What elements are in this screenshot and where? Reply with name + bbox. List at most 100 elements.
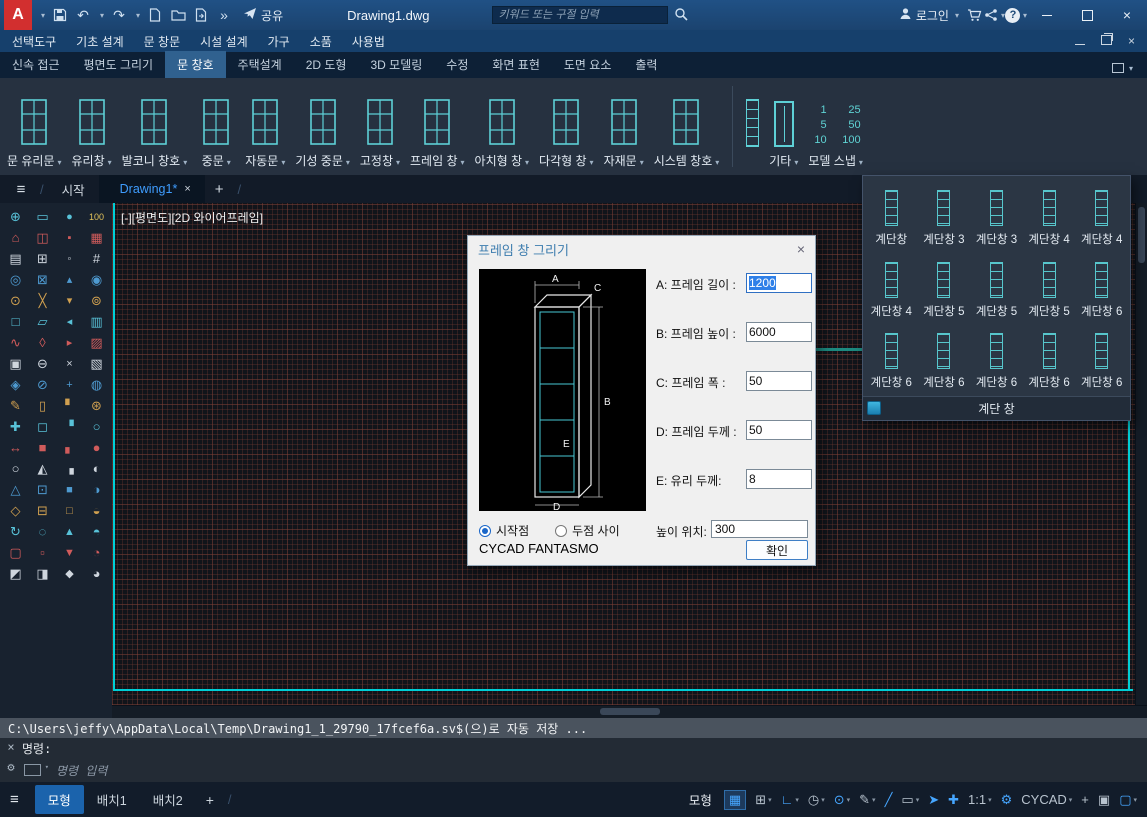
panel-launcher-icon[interactable] bbox=[867, 401, 881, 415]
chevron-down-icon[interactable]: ▾ bbox=[1133, 796, 1137, 804]
ribbon-tool-button[interactable]: 시스템 창호▾ bbox=[649, 78, 725, 175]
toolbar-button[interactable]: ∿ bbox=[5, 333, 27, 353]
autosnap-marker-icon[interactable]: ✚▾ bbox=[948, 792, 959, 808]
command-input[interactable]: 명령 입력 bbox=[22, 758, 1147, 782]
grid-display-icon[interactable]: ▦▾ bbox=[724, 790, 746, 810]
new-file-icon[interactable] bbox=[147, 2, 163, 28]
close-command-panel-icon[interactable]: × bbox=[7, 740, 14, 754]
horizontal-scrollbar[interactable] bbox=[112, 705, 1147, 718]
toolbar-button[interactable]: ⌂ bbox=[5, 228, 27, 248]
toolbar-button[interactable]: ⊘ bbox=[32, 375, 54, 395]
cart-icon[interactable] bbox=[967, 2, 983, 28]
field-input[interactable]: 50 bbox=[746, 371, 812, 391]
share-button[interactable]: 공유 bbox=[243, 7, 283, 24]
toolbar-button[interactable]: ▫ bbox=[32, 543, 54, 563]
search-input[interactable] bbox=[492, 6, 668, 24]
toolbar-button[interactable]: ◔ bbox=[86, 543, 108, 563]
search-icon[interactable] bbox=[674, 7, 688, 24]
toolbar-button[interactable]: ▼ bbox=[59, 543, 81, 563]
toolbar-button[interactable]: ⊛ bbox=[86, 396, 108, 416]
stair-window-option[interactable]: 계단창 6 bbox=[970, 323, 1023, 392]
menu-item[interactable]: 문 창문 bbox=[144, 33, 180, 50]
settings-gear-icon[interactable]: ⚙▾ bbox=[1001, 792, 1013, 808]
toolbar-button[interactable]: ○ bbox=[5, 459, 27, 479]
ok-button[interactable]: 확인 bbox=[746, 540, 808, 560]
menu-item[interactable]: 시설 설계 bbox=[200, 33, 248, 50]
ribbon-tool-button[interactable]: 프레임 창▾ bbox=[405, 78, 470, 175]
polar-tracking-icon[interactable]: ◷▾ bbox=[808, 792, 825, 808]
toolbar-button[interactable]: ▱ bbox=[32, 312, 54, 332]
viewport-label[interactable]: [-][평면도][2D 와이어프레임] bbox=[121, 209, 263, 226]
statusbar-hamburger-icon[interactable]: ≡ bbox=[10, 791, 19, 808]
toolbar-button[interactable]: ◌ bbox=[32, 522, 54, 542]
stair-window-option[interactable]: 계단창 6 bbox=[1023, 323, 1076, 392]
ribbon-tool-button[interactable]: 중문▾ bbox=[192, 78, 240, 175]
toolbar-button[interactable]: ▢ bbox=[5, 543, 27, 563]
toolbar-button[interactable]: ⊞ bbox=[32, 249, 54, 269]
snap-mode-icon[interactable]: ⊞▾ bbox=[755, 792, 771, 808]
chevron-down-icon[interactable]: ▾ bbox=[821, 796, 825, 804]
ribbon-tab[interactable]: 출력 bbox=[623, 51, 669, 78]
annotation-monitor-icon[interactable]: ➤▾ bbox=[928, 792, 939, 808]
toolbar-button[interactable]: ⊙ bbox=[5, 291, 27, 311]
height-position-input[interactable]: 300 bbox=[711, 520, 808, 538]
undo-history-chevron-icon[interactable]: ▾ bbox=[100, 11, 104, 20]
dialog-titlebar[interactable]: 프레임 창 그리기 × bbox=[468, 236, 815, 262]
ribbon-tool-button[interactable]: 발코니 창호▾ bbox=[117, 78, 193, 175]
stair-window-option[interactable]: 계단창 4 bbox=[1023, 180, 1076, 249]
layout-tab[interactable]: 모형 bbox=[35, 785, 84, 814]
menu-item[interactable]: 가구 bbox=[268, 33, 290, 50]
toolbar-button[interactable]: ▴ bbox=[59, 270, 81, 290]
toolbar-button[interactable]: × bbox=[59, 354, 81, 374]
document-tab[interactable]: Drawing1* × bbox=[99, 175, 205, 203]
toolbar-button[interactable]: ▭ bbox=[32, 207, 54, 227]
toolbar-button[interactable]: ◍ bbox=[86, 375, 108, 395]
workspace-switcher[interactable]: CYCAD▾ bbox=[1021, 792, 1072, 807]
undo-icon[interactable]: ↶ bbox=[75, 2, 91, 28]
ribbon-tab[interactable]: 평면도 그리기 bbox=[72, 51, 166, 78]
ribbon-tool-button[interactable]: 아치형 창▾ bbox=[470, 78, 535, 175]
close-button[interactable]: × bbox=[1107, 0, 1147, 30]
toolbar-button[interactable]: ◊ bbox=[32, 333, 54, 353]
ribbon-tab[interactable]: 주택설계 bbox=[226, 51, 294, 78]
toolbar-button[interactable]: ▣ bbox=[5, 354, 27, 374]
document-tab[interactable]: 시작 × bbox=[48, 175, 99, 203]
menu-item[interactable]: 기초 설계 bbox=[76, 33, 124, 50]
ribbon-tool-button[interactable]: 유리창▾ bbox=[67, 78, 117, 175]
ribbon-tab[interactable]: 3D 모델링 bbox=[358, 51, 434, 78]
toolbar-button[interactable]: ◭ bbox=[32, 459, 54, 479]
toolbar-button[interactable]: ◦ bbox=[59, 249, 81, 269]
model-space-label[interactable]: 모형 bbox=[689, 790, 712, 809]
toolbar-button[interactable]: ✎ bbox=[5, 396, 27, 416]
toolbar-button[interactable]: 100 bbox=[86, 207, 108, 227]
annotation-icon[interactable]: ✎▾ bbox=[859, 792, 875, 808]
login-button[interactable]: 로그인 ▾ bbox=[899, 7, 959, 24]
stair-window-option[interactable]: 계단창 4 bbox=[1075, 180, 1128, 249]
recent-commands-icon[interactable] bbox=[24, 764, 41, 776]
stair-window-option[interactable]: 계단창 5 bbox=[970, 251, 1023, 320]
toolbar-button[interactable]: □ bbox=[5, 312, 27, 332]
toolbar-button[interactable]: ╳ bbox=[32, 291, 54, 311]
stair-window-option[interactable]: 계단창 3 bbox=[970, 180, 1023, 249]
ribbon-tab[interactable]: 수정 bbox=[434, 51, 480, 78]
toolbar-button[interactable]: ■ bbox=[59, 480, 81, 500]
chevron-down-icon[interactable]: ▾ bbox=[872, 796, 876, 804]
toolbar-button[interactable]: ▦ bbox=[86, 228, 108, 248]
toolbar-button[interactable]: ▤ bbox=[5, 249, 27, 269]
redo-icon[interactable]: ↷ bbox=[111, 2, 127, 28]
toolbar-button[interactable]: □ bbox=[59, 501, 81, 521]
ortho-mode-icon[interactable]: ∟▾ bbox=[781, 792, 799, 807]
layout-tab[interactable]: 배치2 bbox=[140, 785, 196, 814]
dialog-close-icon[interactable]: × bbox=[797, 241, 805, 257]
chevron-down-icon[interactable]: ▾ bbox=[1069, 796, 1073, 804]
ribbon-tab[interactable]: 신속 접근 bbox=[0, 51, 72, 78]
toolbar-button[interactable]: △ bbox=[5, 480, 27, 500]
ribbon-tool-button[interactable]: 다각형 창▾ bbox=[534, 78, 599, 175]
ribbon-tab[interactable]: 2D 도형 bbox=[294, 51, 359, 78]
vertical-scrollbar-handle[interactable] bbox=[1138, 207, 1145, 263]
field-input[interactable]: 1200 bbox=[746, 273, 812, 293]
toolbar-button[interactable]: ◑ bbox=[86, 480, 108, 500]
toolbar-button[interactable]: ◩ bbox=[5, 564, 27, 584]
ribbon-tab[interactable]: 화면 표현 bbox=[480, 51, 552, 78]
stair-window-option[interactable]: 계단창 6 bbox=[918, 323, 971, 392]
